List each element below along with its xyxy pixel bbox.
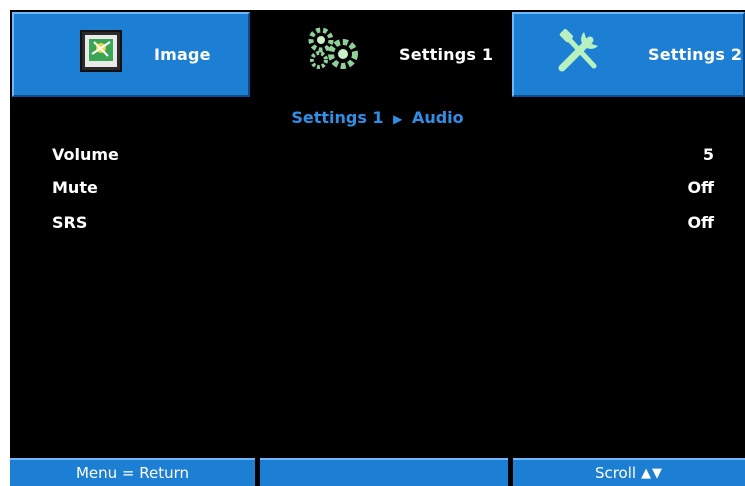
tab-settings-1[interactable]: Settings 1 [253, 12, 509, 97]
tab-settings-1-label: Settings 1 [399, 45, 494, 64]
footer-scroll: Scroll ▲▼ [513, 458, 745, 486]
up-down-arrows-icon: ▲▼ [641, 465, 664, 481]
footer-bar: Menu = Return Scroll ▲▼ [10, 458, 745, 486]
image-icon [80, 30, 122, 76]
tab-image[interactable]: Image [12, 12, 250, 97]
tools-icon [556, 28, 602, 78]
footer-middle [260, 458, 508, 486]
breadcrumb: Settings 1 ▶ Audio [10, 108, 745, 127]
osd-menu: Image Settings 1 Settings 2 Settings 1 ▶… [10, 10, 745, 486]
footer-menu-return-label: Menu = Return [75, 464, 190, 482]
menu-item-mute[interactable]: Mute Off [52, 174, 714, 200]
menu-item-label: Mute [52, 177, 98, 197]
tab-settings-2-label: Settings 2 [648, 45, 743, 64]
breadcrumb-current: Audio [411, 108, 464, 127]
menu-item-value: Off [687, 212, 714, 232]
menu-item-volume[interactable]: Volume 5 [52, 141, 714, 167]
menu-item-srs[interactable]: SRS Off [52, 209, 714, 235]
tab-image-label: Image [154, 45, 211, 64]
footer-menu-return: Menu = Return [10, 458, 255, 486]
menu-item-label: SRS [52, 212, 88, 232]
breadcrumb-parent: Settings 1 [291, 108, 384, 127]
tab-settings-2[interactable]: Settings 2 [512, 12, 745, 97]
menu-item-label: Volume [52, 144, 119, 164]
breadcrumb-separator-icon: ▶ [393, 112, 403, 126]
menu-item-value: 5 [702, 144, 714, 164]
footer-scroll-label: Scroll [594, 464, 637, 482]
menu-item-value: Off [687, 177, 714, 197]
gears-icon [305, 26, 363, 74]
